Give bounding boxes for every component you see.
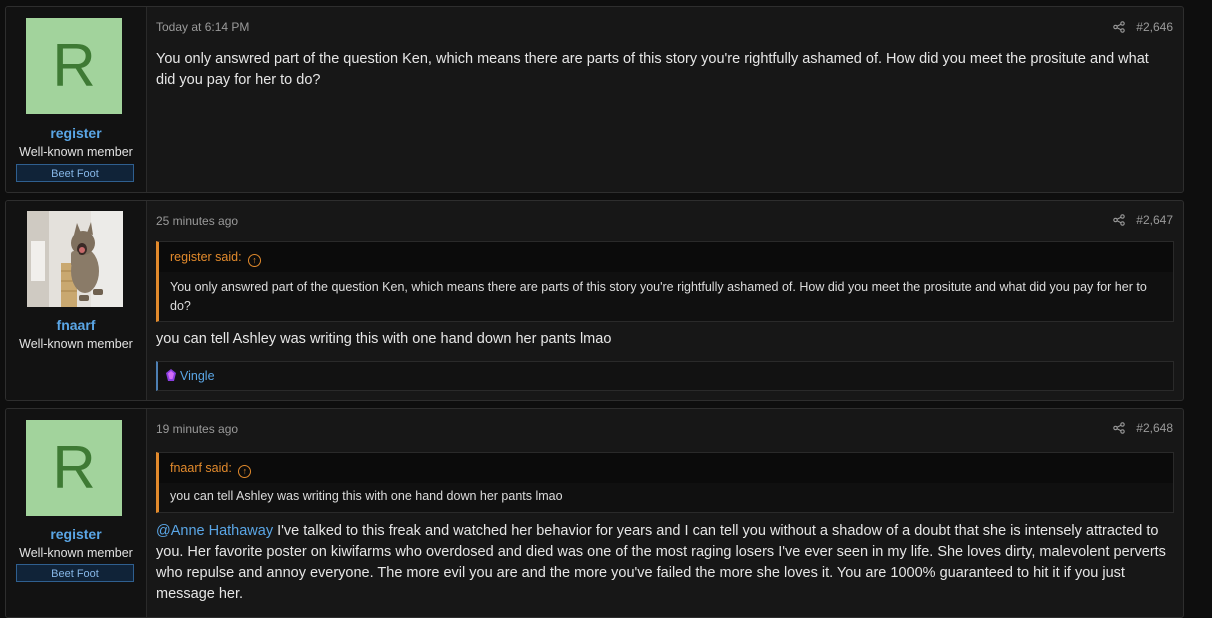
avatar[interactable]	[27, 211, 123, 307]
arrow-up-circle-icon[interactable]: ↑	[238, 465, 252, 478]
quote-text: you can tell Ashley was writing this wit…	[170, 489, 563, 503]
quote-author: fnaarf said:	[170, 461, 232, 475]
post-body: You only answred part of the question Ke…	[156, 51, 1149, 88]
share-icon[interactable]	[1113, 21, 1125, 33]
avatar[interactable]: R	[26, 420, 122, 516]
post-body-text: I've talked to this freak and watched he…	[156, 523, 1166, 602]
reactions-bar[interactable]: Vingle	[156, 361, 1174, 391]
username-link[interactable]: register	[6, 125, 146, 141]
post-2646: R register Well-known member Beet Foot T…	[5, 6, 1184, 193]
post-number-link[interactable]: #2,646	[1136, 20, 1173, 34]
user-title: Well-known member	[19, 337, 133, 351]
post-timestamp[interactable]: Today at 6:14 PM	[156, 20, 249, 34]
post-number-link[interactable]: #2,647	[1136, 213, 1173, 227]
quote-block: register said: ↑ You only answred part o…	[156, 241, 1174, 322]
quote-text: You only answred part of the question Ke…	[170, 280, 1147, 313]
post-body: you can tell Ashley was writing this wit…	[156, 331, 612, 347]
purple-reaction-icon	[166, 369, 176, 381]
post-timestamp[interactable]: 25 minutes ago	[156, 214, 238, 228]
user-title: Well-known member	[19, 546, 133, 560]
share-icon[interactable]	[1113, 422, 1125, 434]
quote-author-link[interactable]: register said: ↑	[159, 242, 1173, 272]
user-mention-link[interactable]: @Anne Hathaway	[156, 523, 273, 539]
username-link[interactable]: register	[6, 526, 146, 542]
user-badge: Beet Foot	[16, 564, 134, 582]
avatar[interactable]: R	[26, 18, 122, 114]
quote-author-link[interactable]: fnaarf said: ↑	[159, 453, 1173, 483]
user-title: Well-known member	[19, 145, 133, 159]
reaction-users[interactable]: Vingle	[180, 369, 215, 383]
post-number-link[interactable]: #2,648	[1136, 421, 1173, 435]
post-user-column: fnaarf Well-known member	[6, 201, 147, 400]
post-2648: R register Well-known member Beet Foot 1…	[5, 408, 1184, 618]
quote-author: register said:	[170, 250, 242, 264]
post-timestamp[interactable]: 19 minutes ago	[156, 422, 238, 436]
post-2647: fnaarf Well-known member 25 minutes ago …	[5, 200, 1184, 401]
post-user-column: R register Well-known member Beet Foot	[6, 7, 147, 192]
arrow-up-circle-icon[interactable]: ↑	[248, 254, 262, 267]
post-body: @Anne Hathaway I've talked to this freak…	[156, 521, 1166, 605]
post-user-column: R register Well-known member Beet Foot	[6, 409, 147, 617]
share-icon[interactable]	[1113, 214, 1125, 226]
username-link[interactable]: fnaarf	[6, 317, 146, 333]
user-badge: Beet Foot	[16, 164, 134, 182]
quote-block: fnaarf said: ↑ you can tell Ashley was w…	[156, 452, 1174, 513]
cat-photo-icon	[27, 211, 123, 307]
